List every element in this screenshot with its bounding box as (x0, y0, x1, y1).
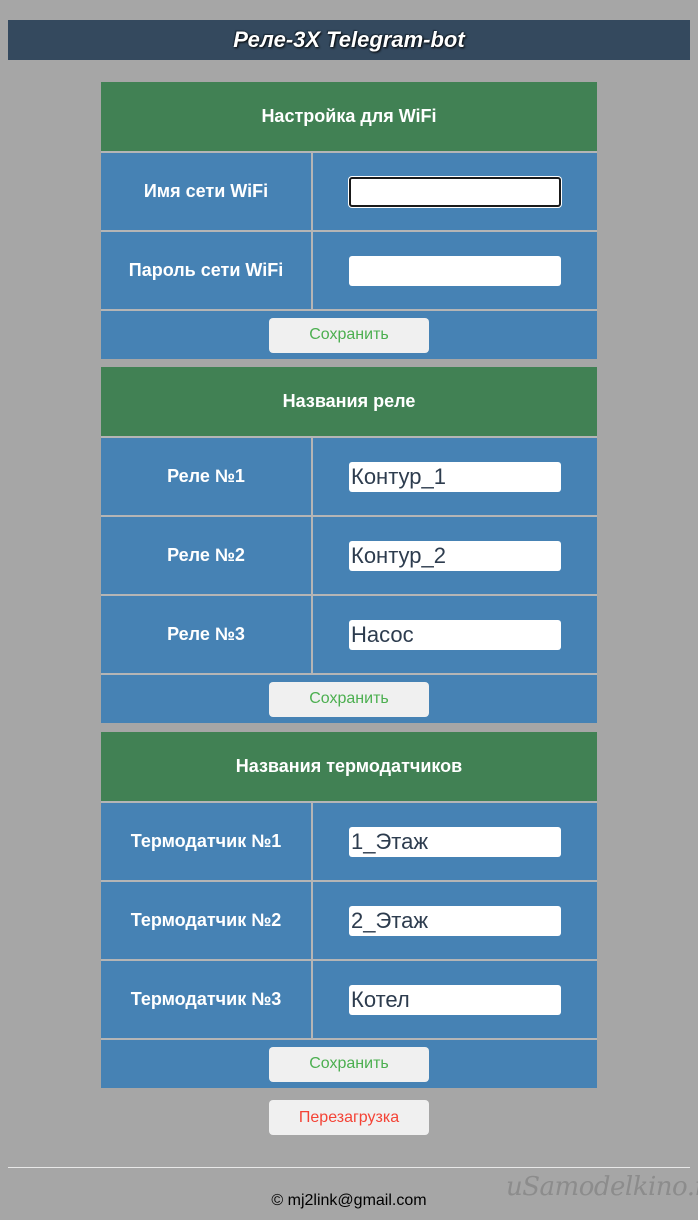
relay-2-row: Реле №2 (101, 517, 597, 596)
relay-1-row: Реле №1 (101, 438, 597, 517)
wifi-save-button[interactable]: Сохранить (269, 317, 429, 353)
sensor-2-label: Термодатчик №2 (101, 882, 313, 959)
sensor-2-row: Термодатчик №2 (101, 882, 597, 961)
relay-3-label: Реле №3 (101, 596, 313, 673)
relay-save-row: Сохранить (101, 675, 597, 723)
relay-names-header: Названия реле (101, 367, 597, 438)
wifi-settings-panel: Настройка для WiFi Имя сети WiFi Пароль … (101, 82, 597, 359)
sensor-3-cell (313, 961, 597, 1038)
wifi-password-cell (313, 232, 597, 309)
wifi-password-label: Пароль сети WiFi (101, 232, 313, 309)
sensor-3-row: Термодатчик №3 (101, 961, 597, 1040)
wifi-ssid-row: Имя сети WiFi (101, 153, 597, 232)
relay-3-row: Реле №3 (101, 596, 597, 675)
relay-names-panel: Названия реле Реле №1 Реле №2 Реле №3 Со… (101, 367, 597, 723)
sensor-1-cell (313, 803, 597, 880)
sensor-3-label: Термодатчик №3 (101, 961, 313, 1038)
footer-divider (8, 1167, 690, 1168)
relay-2-cell (313, 517, 597, 594)
app-title: Реле-3X Telegram-bot (233, 27, 465, 52)
wifi-ssid-cell (313, 153, 597, 230)
wifi-settings-header: Настройка для WiFi (101, 82, 597, 153)
relay-2-label: Реле №2 (101, 517, 313, 594)
relay-1-input[interactable] (349, 461, 561, 492)
wifi-password-row: Пароль сети WiFi (101, 232, 597, 311)
sensor-2-input[interactable] (349, 905, 561, 936)
relay-2-input[interactable] (349, 540, 561, 571)
reboot-button[interactable]: Перезагрузка (269, 1100, 429, 1135)
wifi-ssid-label: Имя сети WiFi (101, 153, 313, 230)
wifi-ssid-input[interactable] (349, 176, 561, 207)
sensor-names-panel: Названия термодатчиков Термодатчик №1 Те… (101, 732, 597, 1088)
sensor-1-label: Термодатчик №1 (101, 803, 313, 880)
top-bar: Реле-3X Telegram-bot (8, 20, 690, 60)
relay-3-cell (313, 596, 597, 673)
relay-1-label: Реле №1 (101, 438, 313, 515)
relay-1-cell (313, 438, 597, 515)
sensor-save-row: Сохранить (101, 1040, 597, 1088)
watermark-logo: uSamodelkino.ru (506, 1172, 698, 1202)
wifi-password-input[interactable] (349, 255, 561, 286)
wifi-save-row: Сохранить (101, 311, 597, 359)
sensor-names-header: Названия термодатчиков (101, 732, 597, 803)
relay-save-button[interactable]: Сохранить (269, 681, 429, 717)
sensor-save-button[interactable]: Сохранить (269, 1046, 429, 1082)
sensor-1-input[interactable] (349, 826, 561, 857)
sensor-3-input[interactable] (349, 984, 561, 1015)
sensor-2-cell (313, 882, 597, 959)
relay-3-input[interactable] (349, 619, 561, 650)
sensor-1-row: Термодатчик №1 (101, 803, 597, 882)
